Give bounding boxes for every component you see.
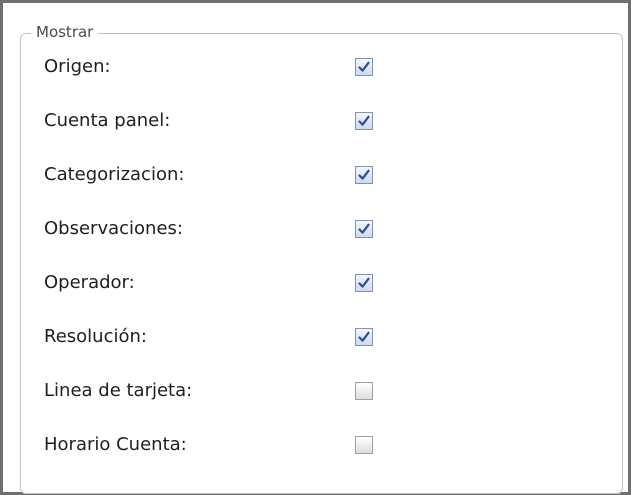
fieldset-legend: Mostrar — [31, 23, 99, 42]
operador-checkbox[interactable] — [355, 274, 373, 292]
checkmark-icon — [358, 61, 370, 72]
mostrar-window: Mostrar Origen: Cuenta panel: Categoriza… — [3, 3, 628, 494]
option-label-origen: Origen: — [44, 56, 111, 77]
option-label-operador: Operador: — [44, 272, 135, 293]
checkmark-icon — [358, 223, 370, 234]
categorizacion-checkbox[interactable] — [355, 166, 373, 184]
linea-de-tarjeta-checkbox[interactable] — [355, 382, 373, 400]
option-row-operador: Operador: — [21, 268, 622, 298]
option-label-observaciones: Observaciones: — [44, 218, 183, 239]
option-row-observaciones: Observaciones: — [21, 214, 622, 244]
mostrar-fieldset: Mostrar Origen: Cuenta panel: Categoriza… — [20, 23, 623, 494]
resolucion-checkbox[interactable] — [355, 328, 373, 346]
origen-checkbox[interactable] — [355, 58, 373, 76]
option-row-linea-de-tarjeta: Linea de tarjeta: — [21, 376, 622, 406]
option-row-horario-cuenta: Horario Cuenta: — [21, 430, 622, 460]
option-row-cuenta-panel: Cuenta panel: — [21, 106, 622, 136]
horario-cuenta-checkbox[interactable] — [355, 436, 373, 454]
option-row-resolucion: Resolución: — [21, 322, 622, 352]
checkmark-icon — [358, 169, 370, 180]
option-row-categorizacion: Categorizacion: — [21, 160, 622, 190]
checkmark-icon — [358, 277, 370, 288]
observaciones-checkbox[interactable] — [355, 220, 373, 238]
checkmark-icon — [358, 331, 370, 342]
option-label-cuenta-panel: Cuenta panel: — [44, 110, 171, 131]
option-label-horario-cuenta: Horario Cuenta: — [44, 434, 187, 455]
option-label-linea-de-tarjeta: Linea de tarjeta: — [44, 380, 193, 401]
checkmark-icon — [358, 115, 370, 126]
option-label-categorizacion: Categorizacion: — [44, 164, 185, 185]
option-row-origen: Origen: — [21, 52, 622, 82]
option-label-resolucion: Resolución: — [44, 326, 147, 347]
cuenta-panel-checkbox[interactable] — [355, 112, 373, 130]
